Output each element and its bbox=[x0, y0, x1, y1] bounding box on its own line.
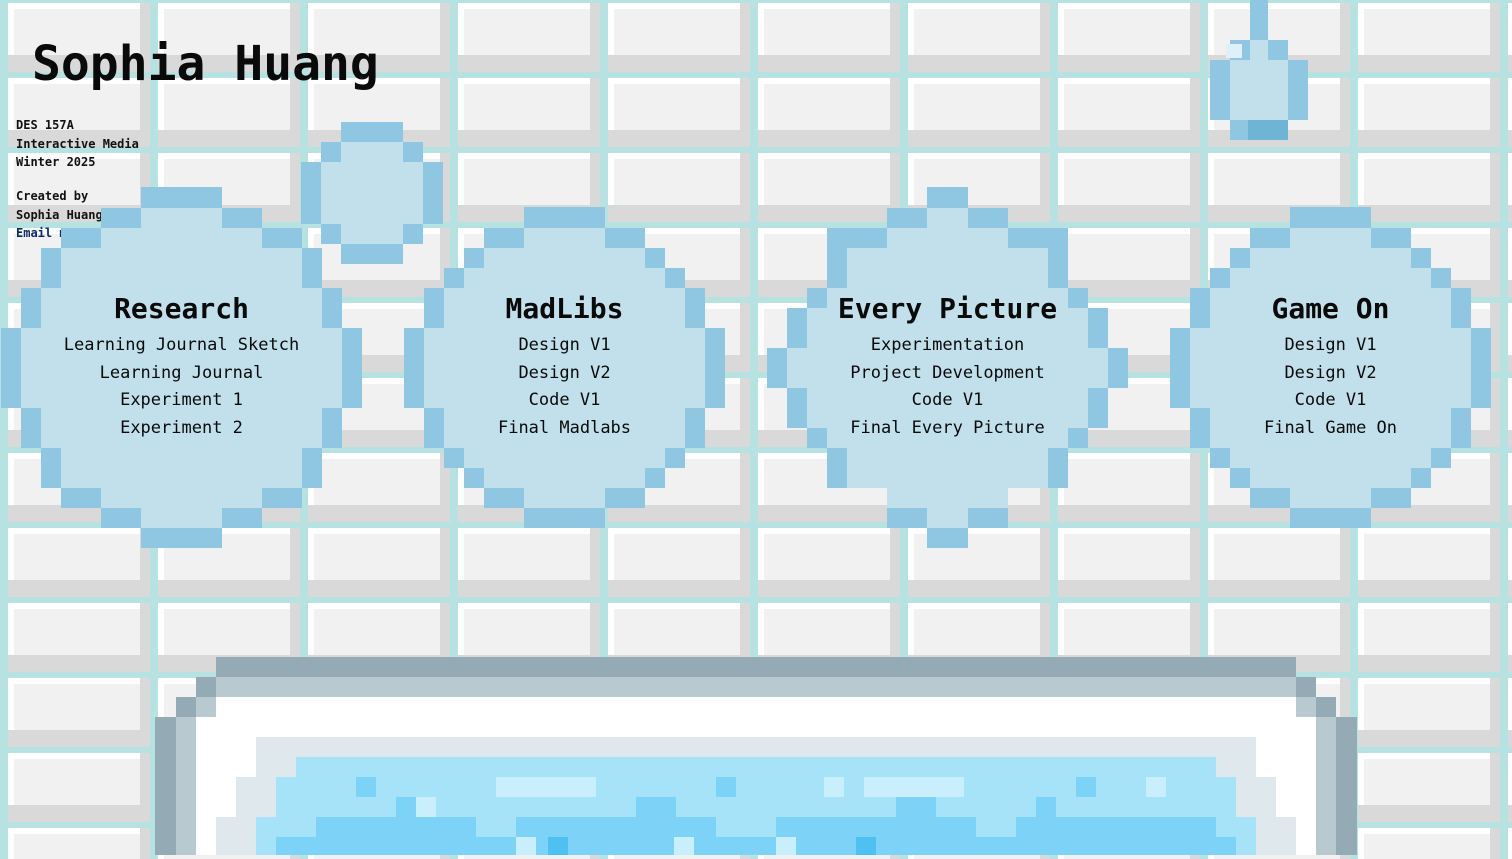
project-link[interactable]: Learning Journal Sketch bbox=[1, 332, 362, 360]
project-link[interactable]: Design V2 bbox=[1170, 360, 1491, 388]
project-title: Research bbox=[114, 292, 249, 325]
project-link[interactable]: Code V1 bbox=[404, 387, 725, 415]
project-title: Every Picture bbox=[837, 292, 1058, 325]
course-code: DES 157A bbox=[16, 118, 74, 132]
project-bubble-every-picture: Every Picture Experimentation Project De… bbox=[767, 187, 1128, 548]
project-bubble-madlibs: MadLibs Design V1 Design V2 Code V1 Fina… bbox=[404, 207, 725, 528]
sink-basin-icon bbox=[155, 657, 1357, 859]
project-link[interactable]: Design V1 bbox=[404, 332, 725, 360]
project-links: Design V1 Design V2 Code V1 Final Game O… bbox=[1170, 332, 1491, 443]
water-drop-icon bbox=[1208, 0, 1310, 146]
project-bubble-research: Research Learning Journal Sketch Learnin… bbox=[1, 187, 362, 548]
project-link[interactable]: Final Game On bbox=[1170, 415, 1491, 443]
project-links: Learning Journal Sketch Learning Journal… bbox=[1, 332, 362, 443]
course-term: Winter 2025 bbox=[16, 155, 96, 169]
project-links: Experimentation Project Development Code… bbox=[767, 332, 1128, 443]
course-info: DES 157A Interactive Media Winter 2025 bbox=[16, 116, 139, 172]
project-link[interactable]: Final Every Picture bbox=[767, 415, 1128, 443]
project-link[interactable]: Experiment 2 bbox=[1, 415, 362, 443]
project-link[interactable]: Code V1 bbox=[1170, 387, 1491, 415]
project-link[interactable]: Final Madlabs bbox=[404, 415, 725, 443]
course-name: Interactive Media bbox=[16, 136, 139, 151]
project-link[interactable]: Code V1 bbox=[767, 387, 1128, 415]
project-link[interactable]: Learning Journal bbox=[1, 360, 362, 388]
page-title: Sophia Huang bbox=[32, 36, 379, 92]
project-link[interactable]: Project Development bbox=[767, 360, 1128, 388]
project-link[interactable]: Design V2 bbox=[404, 360, 725, 388]
project-link[interactable]: Design V1 bbox=[1170, 332, 1491, 360]
project-link[interactable]: Experiment 1 bbox=[1, 387, 362, 415]
project-links: Design V1 Design V2 Code V1 Final Madlab… bbox=[404, 332, 725, 443]
project-link[interactable]: Experimentation bbox=[767, 332, 1128, 360]
project-title: MadLibs bbox=[505, 292, 624, 325]
project-bubble-game-on: Game On Design V1 Design V2 Code V1 Fina… bbox=[1170, 207, 1491, 528]
project-title: Game On bbox=[1271, 292, 1390, 325]
